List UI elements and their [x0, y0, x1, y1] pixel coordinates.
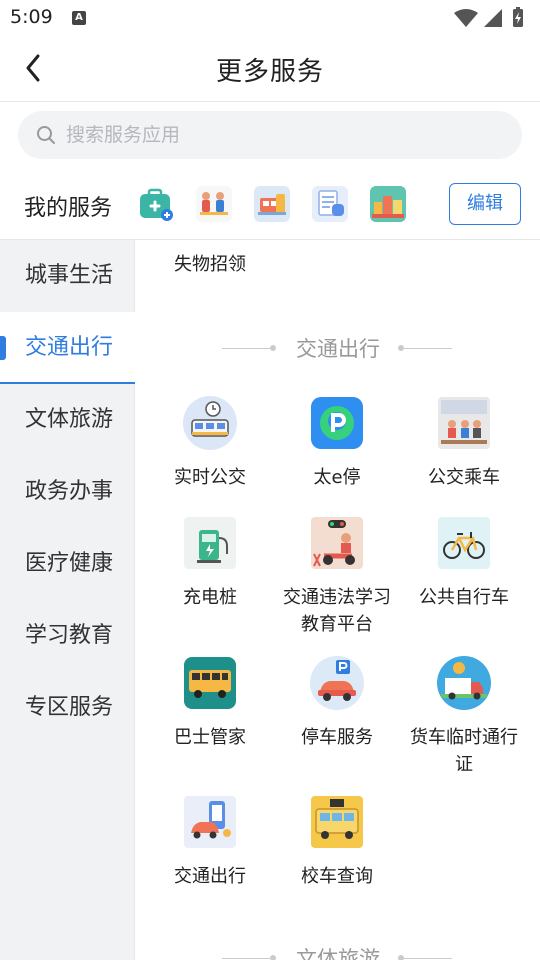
sidebar-item-transport[interactable]: 交通出行: [0, 312, 135, 384]
tile-parking-service[interactable]: 停车服务: [273, 656, 401, 751]
parking-app-icon: [311, 397, 363, 449]
search-input[interactable]: [66, 111, 496, 159]
charging-pile-icon: [184, 517, 236, 569]
tile-label: 货车临时通行证: [410, 727, 518, 775]
divider-line: [404, 348, 452, 349]
tile-charging-pile[interactable]: 充电桩: [146, 516, 274, 611]
bus-manager-icon: [184, 657, 236, 709]
app-header: 更多服务: [0, 36, 540, 102]
notification-badge-icon: A: [72, 11, 86, 25]
status-bar: 5:09 A: [0, 0, 540, 36]
tile-label: 停车服务: [301, 727, 373, 748]
divider-line: [404, 958, 452, 959]
search-icon: [37, 126, 55, 144]
city-view-icon[interactable]: [370, 186, 406, 222]
bus-ride-icon: [438, 397, 490, 449]
sidebar-item-city-life[interactable]: 城事生活: [0, 240, 135, 312]
tile-label: 巴士管家: [174, 727, 246, 748]
tile-label: 交通违法学习教育平台: [283, 587, 391, 635]
sidebar-item-government[interactable]: 政务办事: [0, 456, 135, 528]
status-time: 5:09: [10, 6, 53, 28]
tile-realtime-bus[interactable]: 实时公交: [146, 396, 274, 491]
tile-traffic-education[interactable]: 交通违法学习教育平台: [273, 516, 401, 638]
traffic-travel-icon: [184, 796, 236, 848]
my-services-bar: 我的服务 编辑: [0, 170, 540, 240]
tile-public-bicycle[interactable]: 公共自行车: [400, 516, 528, 611]
tile-label: 校车查询: [301, 866, 373, 887]
category-sidebar: 城事生活 交通出行 文体旅游 政务办事 医疗健康 学习教育 专区服务: [0, 240, 135, 960]
tile-label: 交通出行: [174, 866, 246, 887]
school-bus-icon: [311, 796, 363, 848]
battery-icon: [513, 7, 523, 27]
page-title: 更多服务: [215, 57, 324, 87]
tile-label: 充电桩: [183, 587, 237, 608]
search-bar[interactable]: [18, 111, 522, 159]
traffic-education-icon: [311, 517, 363, 569]
tile-bus-ride[interactable]: 公交乘车: [400, 396, 528, 491]
tile-label: 实时公交: [174, 467, 246, 488]
status-icons: [454, 7, 523, 27]
edit-button[interactable]: 编辑: [449, 183, 521, 225]
sidebar-item-medical[interactable]: 医疗健康: [0, 528, 135, 600]
service-content: 失物招领 交通出行 实时公交 太e停 公交乘车 充电桩 交通违法学习教育平台 公…: [136, 240, 540, 960]
section-title: 文体旅游: [296, 947, 380, 960]
tile-traffic-travel[interactable]: 交通出行: [146, 795, 274, 890]
wifi-icon: [454, 9, 478, 27]
medical-kit-icon[interactable]: [138, 186, 174, 222]
sidebar-item-culture-tourism[interactable]: 文体旅游: [0, 384, 135, 456]
bus-ticket-icon[interactable]: [254, 186, 290, 222]
tile-truck-pass[interactable]: 货车临时通行证: [400, 656, 528, 778]
tile-label: 公共自行车: [419, 587, 509, 608]
signal-icon: [484, 9, 502, 27]
truck-pass-icon: [437, 656, 491, 710]
realtime-bus-icon: [183, 396, 237, 450]
sidebar-item-special-zone[interactable]: 专区服务: [0, 672, 135, 744]
tile-parking-app[interactable]: 太e停: [273, 396, 401, 491]
checklist-icon[interactable]: [312, 186, 348, 222]
tile-label: 太e停: [313, 467, 361, 488]
tile-school-bus[interactable]: 校车查询: [273, 795, 401, 890]
my-services-title: 我的服务: [24, 196, 113, 221]
bicycle-icon: [438, 517, 490, 569]
sidebar-item-education[interactable]: 学习教育: [0, 600, 135, 672]
people-service-icon[interactable]: [196, 186, 232, 222]
active-indicator: [0, 336, 6, 360]
section-title: 交通出行: [296, 337, 380, 361]
sidebar-item-label: 交通出行: [25, 335, 114, 360]
section-header-culture: 文体旅游: [136, 944, 540, 960]
section-header-transport: 交通出行: [136, 334, 540, 364]
parking-service-icon: [310, 656, 364, 710]
tile-bus-manager[interactable]: 巴士管家: [146, 656, 274, 751]
lost-and-found-item[interactable]: 失物招领: [174, 250, 246, 276]
tile-label: 公交乘车: [428, 467, 500, 488]
